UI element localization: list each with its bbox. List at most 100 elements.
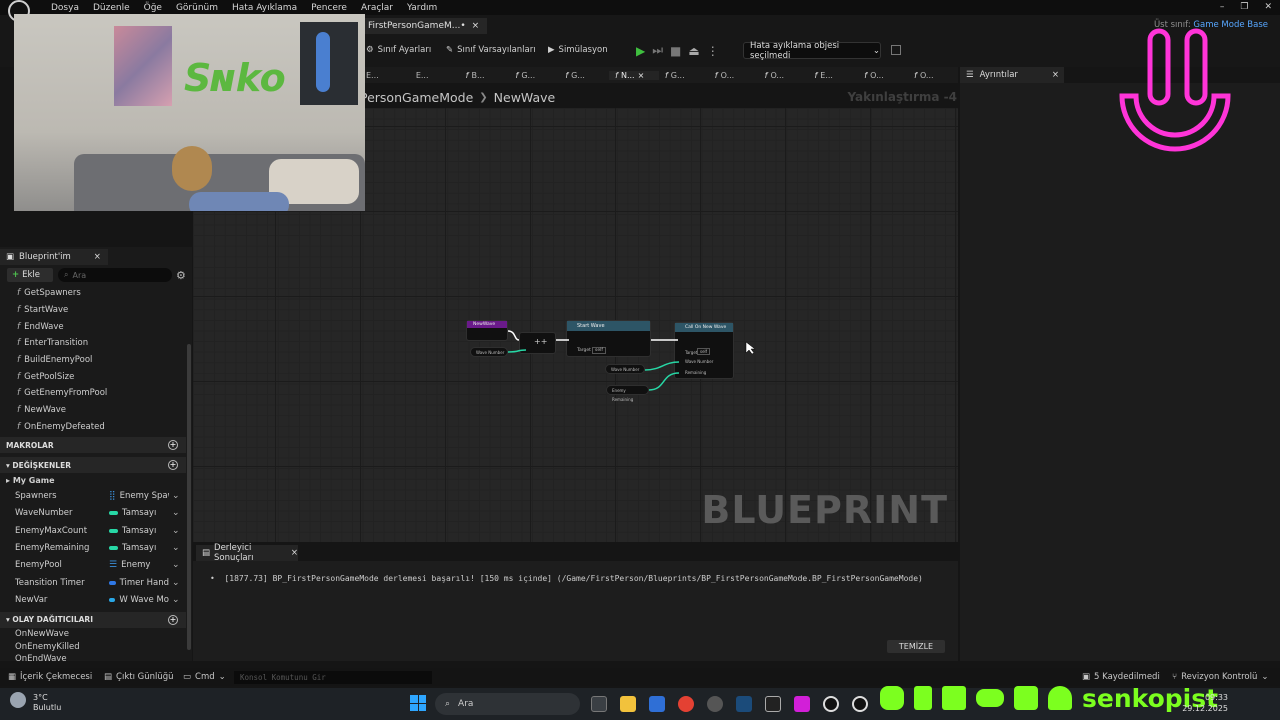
chevron-down-icon[interactable]: ⌄ xyxy=(172,508,180,518)
function-item[interactable]: f GetEnemyFromPool xyxy=(0,385,186,402)
graph-tab[interactable]: f G... xyxy=(559,71,609,80)
variable-group[interactable]: ▸ My Game xyxy=(0,473,186,487)
dispatcher-item[interactable]: OnEnemyKilled xyxy=(0,641,186,654)
settings-gear-icon[interactable]: ⚙ xyxy=(176,269,186,282)
variable-row[interactable]: Spawners ⣿Enemy Spaw⌄ xyxy=(0,487,186,504)
play-icon[interactable]: ▶ xyxy=(636,44,645,58)
add-button[interactable]: + Ekle xyxy=(7,268,53,282)
menu-edit[interactable]: Düzenle xyxy=(86,3,137,13)
graph-tab[interactable]: E... xyxy=(410,71,460,80)
epic-games-icon[interactable] xyxy=(765,696,781,712)
graph-tab[interactable]: f O... xyxy=(858,71,908,80)
dispatcher-item[interactable]: OnNewWave xyxy=(0,628,186,641)
minimize-icon[interactable]: – xyxy=(1220,2,1225,12)
windows-start-icon[interactable] xyxy=(410,695,426,711)
variable-type[interactable]: Tamsayı xyxy=(109,508,169,518)
graph-tab[interactable]: f G... xyxy=(509,71,559,80)
add-macro-icon[interactable]: + xyxy=(168,440,178,451)
chevron-down-icon[interactable]: ⌄ xyxy=(172,543,180,553)
step-icon[interactable]: ⏭ xyxy=(652,43,663,58)
stop-icon[interactable]: ■ xyxy=(670,44,681,58)
breadcrumb-parent[interactable]: PersonGameMode xyxy=(360,90,473,105)
graph-tab-newwave[interactable]: f N... × xyxy=(609,70,659,80)
obs-icon[interactable] xyxy=(707,696,723,712)
menu-debug[interactable]: Hata Ayıklama xyxy=(225,3,304,13)
left-panel-scrollbar[interactable] xyxy=(187,344,191,650)
menu-help[interactable]: Yardım xyxy=(400,3,444,13)
add-variable-icon[interactable]: + xyxy=(168,460,178,471)
content-drawer-button[interactable]: ▦ İçerik Çekmecesi xyxy=(8,672,92,682)
close-icon[interactable]: ✕ xyxy=(1264,2,1272,12)
variable-type[interactable]: Tamsayı xyxy=(109,543,169,553)
variable-row[interactable]: NewVar W Wave Mo ⌄ xyxy=(0,592,186,609)
class-defaults-button[interactable]: ✎ Sınıf Varsayılanları xyxy=(446,45,536,55)
function-item[interactable]: f GetSpawners xyxy=(0,285,186,302)
clear-button[interactable]: TEMİZLE xyxy=(887,640,945,653)
chevron-down-icon[interactable]: ⌄ xyxy=(172,491,180,501)
compiler-results-tab[interactable]: ▤ Derleyici Sonuçları × xyxy=(196,543,298,563)
macros-section[interactable]: MAKROLAR + xyxy=(0,437,186,454)
variable-row[interactable]: Teansition Timer Timer Hand ⌄ xyxy=(0,574,186,591)
menu-view[interactable]: Görünüm xyxy=(169,3,225,13)
my-blueprint-close-icon[interactable]: × xyxy=(94,252,101,262)
my-blueprint-search[interactable]: ⌕ Ara xyxy=(58,268,172,282)
chevron-down-icon[interactable]: ⌄ xyxy=(172,595,180,605)
unreal-engine-icon-2[interactable] xyxy=(852,696,868,712)
graph-tab[interactable]: E... xyxy=(360,71,410,80)
variable-row[interactable]: EnemyMaxCount Tamsayı ⌄ xyxy=(0,522,186,539)
function-item[interactable]: f EnterTransition xyxy=(0,335,186,352)
menu-tools[interactable]: Araçlar xyxy=(354,3,400,13)
graph-tab[interactable]: f E... xyxy=(808,71,858,80)
event-dispatchers-section[interactable]: ▾ OLAY DAĞITICILARI + xyxy=(0,611,186,628)
revision-control-button[interactable]: ⑂ Revizyon Kontrolü ⌄ xyxy=(1172,672,1269,682)
editor-tab[interactable]: FirstPersonGameM...• × xyxy=(360,18,488,34)
variable-row[interactable]: WaveNumber Tamsayı ⌄ xyxy=(0,505,186,522)
console-input[interactable]: Konsol Komutunu Gir xyxy=(234,671,432,684)
unreal-engine-icon[interactable] xyxy=(823,696,839,712)
dispatcher-item[interactable]: OnEndWave xyxy=(0,653,186,666)
variable-row[interactable]: EnemyPool ☰ Enemy ⌄ xyxy=(0,557,186,574)
find-icon[interactable] xyxy=(891,45,901,55)
debug-object-dropdown[interactable]: Hata ayıklama objesi seçilmedi ⌄ xyxy=(743,41,881,61)
menu-window[interactable]: Pencere xyxy=(304,3,354,13)
function-item[interactable]: f EndWave xyxy=(0,318,186,335)
steam-icon[interactable] xyxy=(736,696,752,712)
my-blueprint-tab[interactable]: ▣ Blueprint'im × xyxy=(0,249,108,265)
close-icon[interactable]: × xyxy=(638,71,645,80)
add-dispatcher-icon[interactable]: + xyxy=(168,614,178,625)
variable-type[interactable]: Tamsayı xyxy=(109,526,169,536)
weather-widget[interactable]: 3°C Bulutlu xyxy=(33,693,61,713)
variable-type[interactable]: W Wave Mo xyxy=(109,595,169,605)
variable-type[interactable]: ⣿Enemy Spaw xyxy=(109,491,169,501)
menu-file[interactable]: Dosya xyxy=(44,3,86,13)
variable-row[interactable]: EnemyRemaining Tamsayı ⌄ xyxy=(0,539,186,556)
unsaved-button[interactable]: ▣ 5 Kaydedilmedi xyxy=(1082,672,1160,682)
chrome-icon[interactable] xyxy=(678,696,694,712)
chevron-down-icon[interactable]: ⌄ xyxy=(172,578,180,588)
function-item[interactable]: f GetPoolSize xyxy=(0,368,186,385)
store-icon[interactable] xyxy=(649,696,665,712)
output-log-button[interactable]: ▤ Çıktı Günlüğü xyxy=(104,672,174,682)
graph-tab[interactable]: f B... xyxy=(460,71,510,80)
task-view-icon[interactable] xyxy=(591,696,607,712)
function-item[interactable]: f StartWave xyxy=(0,302,186,319)
variable-type[interactable]: Timer Hand xyxy=(109,578,169,588)
cmd-dropdown[interactable]: ▭ Cmd ⌄ xyxy=(183,672,226,682)
chevron-down-icon[interactable]: ⌄ xyxy=(172,526,180,536)
app-purple-icon[interactable] xyxy=(794,696,810,712)
taskbar-clock[interactable]: 09:33 29.12.2025 xyxy=(1182,692,1228,714)
editor-tab-close-icon[interactable]: × xyxy=(472,21,480,31)
variables-section[interactable]: ▾ DEĞİŞKENLER + xyxy=(0,457,186,474)
graph-tab[interactable]: f O... xyxy=(908,71,958,80)
more-options-icon[interactable]: ⋮ xyxy=(707,44,719,58)
eject-icon[interactable]: ⏏ xyxy=(688,44,699,58)
graph-tab[interactable]: f O... xyxy=(709,71,759,80)
graph-tab[interactable]: f O... xyxy=(759,71,809,80)
details-close-icon[interactable]: × xyxy=(1052,70,1059,80)
graph-tab[interactable]: f G... xyxy=(659,71,709,80)
variable-type[interactable]: ☰ Enemy xyxy=(109,560,169,570)
chevron-down-icon[interactable]: ⌄ xyxy=(172,560,180,570)
class-settings-button[interactable]: ⚙ Sınıf Ayarları xyxy=(366,45,431,55)
function-item[interactable]: f OnEnemyDefeated xyxy=(0,419,186,436)
menu-asset[interactable]: Öğe xyxy=(137,3,169,13)
